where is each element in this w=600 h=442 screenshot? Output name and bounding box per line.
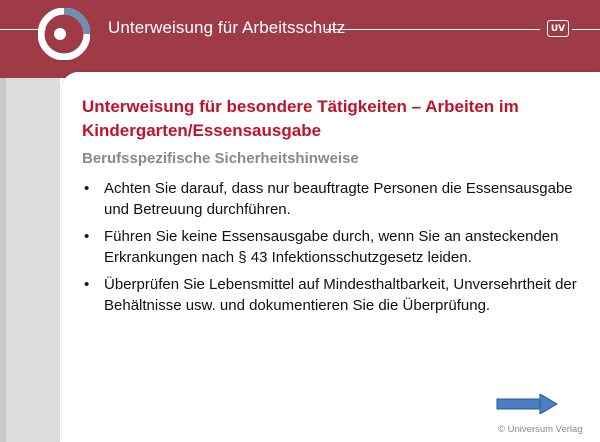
bullet-glyph: • [84,228,90,245]
bullet-text-1: Achten Sie darauf, dass nur beauftragte … [104,180,573,218]
header-band [0,0,600,78]
uv-badge: UV [547,20,569,37]
slide-stage: Unterweisung für Arbeitsschutz UV Unterw… [0,0,600,442]
next-slide-button[interactable] [496,394,558,414]
bullet-item-3: • Überprüfen Sie Lebensmittel auf Mindes… [82,274,582,316]
left-margin-strip [0,78,60,442]
header-title: Unterweisung für Arbeitsschutz [108,18,346,37]
slide-title: Unterweisung für besondere Tätigkeiten –… [82,97,519,140]
right-arrow-icon [496,394,558,414]
copyright-notice: © Universum Verlag [498,424,583,435]
section-subtitle: Berufsspezifische Sicherheitshinweise [82,150,359,167]
bullet-list: • Achten Sie darauf, dass nur beauftragt… [82,178,582,322]
header-divider-far [572,29,600,30]
bullet-glyph: • [84,180,90,197]
bullet-item-1: • Achten Sie darauf, dass nur beauftragt… [82,178,582,220]
left-margin-edge [0,78,6,442]
uv-logo-icon [38,8,90,60]
bullet-glyph: • [84,276,90,293]
bullet-text-2: Führen Sie keine Essensausgabe durch, we… [104,228,559,266]
bullet-item-2: • Führen Sie keine Essensausgabe durch, … [82,226,582,268]
header-divider-right [326,29,540,30]
bullet-text-3: Überprüfen Sie Lebensmittel auf Mindesth… [104,276,577,314]
